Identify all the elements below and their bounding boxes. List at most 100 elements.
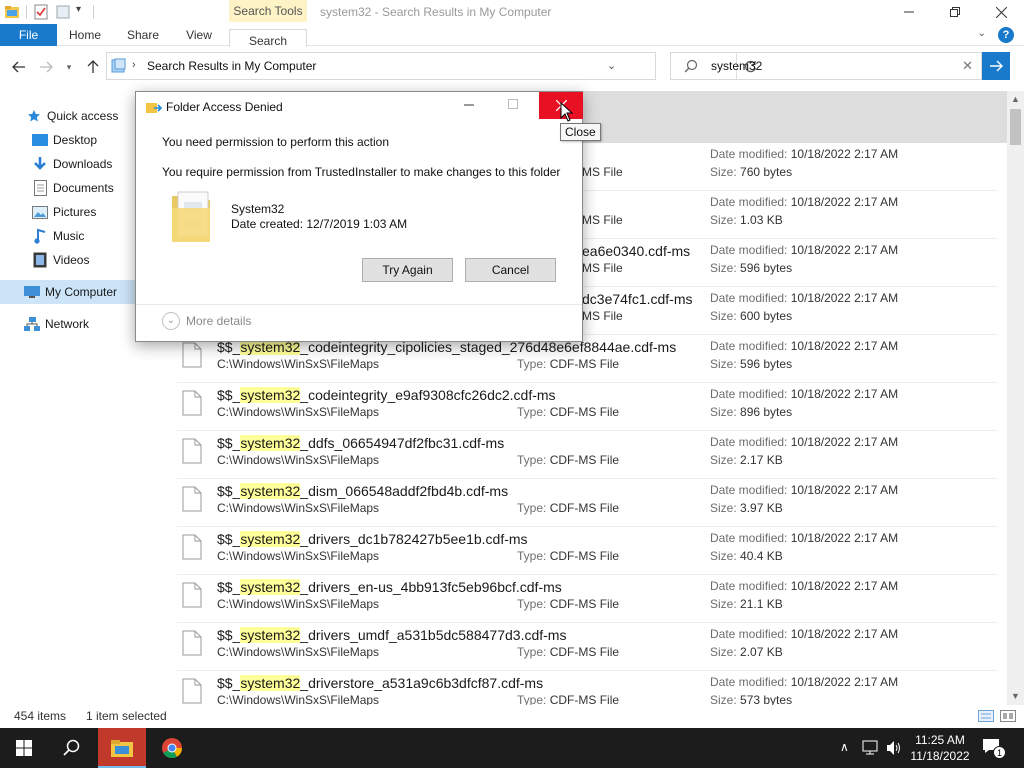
action-center-button[interactable]: 1: [982, 738, 1006, 759]
divider: [136, 304, 582, 305]
taskbar-search-button[interactable]: [48, 728, 96, 768]
chevron-down-icon[interactable]: ⌄: [162, 312, 180, 330]
file-type: Type: CDF-MS File: [517, 357, 620, 371]
details-view-icon[interactable]: [978, 710, 994, 722]
file-path: C:\Windows\WinSxS\FileMaps: [217, 693, 380, 705]
file-size: Size: 1.03 KB: [710, 213, 783, 227]
new-folder-icon[interactable]: [55, 4, 71, 20]
address-bar[interactable]: › Search Results in My Computer ⌄: [106, 52, 756, 80]
date-modified: Date modified: 10/18/2022 2:17 AM: [710, 435, 899, 449]
status-bar: 454 items 1 item selected: [0, 705, 1024, 728]
date-modified: Date modified: 10/18/2022 2:17 AM: [710, 627, 899, 641]
mouse-cursor-icon: [560, 102, 574, 122]
close-icon: [995, 6, 1007, 18]
show-hidden-icons[interactable]: ∧: [840, 740, 849, 754]
recent-locations-icon[interactable]: ▾: [63, 57, 75, 77]
clock[interactable]: 11:25 AM 11/18/2022: [905, 732, 975, 764]
file-name: $$_system32_drivers_dc1b782427b5ee1b.cdf…: [217, 531, 528, 547]
dialog-minimize-button[interactable]: [462, 95, 476, 109]
file-name: $$_system32_dism_066548addf2fbd4b.cdf-ms: [217, 483, 509, 499]
result-row[interactable]: $$_system32_dism_066548addf2fbd4b.cdf-ms…: [177, 479, 997, 527]
minimize-icon: [904, 11, 914, 13]
sidebar-item-label: Desktop: [53, 133, 98, 147]
permission-detail: You require permission from TrustedInsta…: [162, 165, 561, 179]
cancel-button[interactable]: Cancel: [465, 258, 556, 282]
back-button[interactable]: [10, 57, 28, 77]
properties-icon[interactable]: [33, 4, 49, 20]
result-row[interactable]: $$_system32_driverstore_a531a9c6b3dfcf87…: [177, 671, 997, 705]
taskbar-file-explorer[interactable]: [98, 728, 146, 768]
dialog-maximize-button[interactable]: [508, 99, 518, 109]
file-type: Type: CDF-MS File: [517, 597, 620, 611]
date-modified: Date modified: 10/18/2022 2:17 AM: [710, 531, 899, 545]
sidebar-item-label: Quick access: [47, 109, 119, 123]
desktop-icon: [32, 132, 48, 148]
result-row[interactable]: $$_system32_drivers_umdf_a531b5dc588477d…: [177, 623, 997, 671]
search-highlight: system32: [240, 579, 301, 595]
scroll-down-icon[interactable]: ▼: [1011, 691, 1020, 701]
scrollbar-thumb[interactable]: [1010, 109, 1021, 145]
date-modified: Date modified: 10/18/2022 2:17 AM: [710, 387, 899, 401]
try-again-button[interactable]: Try Again: [362, 258, 453, 282]
date-modified: Date modified: 10/18/2022 2:17 AM: [710, 483, 899, 497]
sidebar-item-label: Pictures: [53, 205, 97, 219]
file-name: $$_system32_codeintegrity_e9af9308cfc26d…: [217, 387, 556, 403]
file-path: C:\Windows\WinSxS\FileMaps: [217, 405, 380, 419]
file-size: Size: 21.1 KB: [710, 597, 783, 611]
file-icon: [182, 390, 202, 416]
file-type: Type: CDF-MS File: [517, 501, 620, 515]
vertical-scrollbar[interactable]: ▲ ▼: [1007, 91, 1024, 705]
close-window-button[interactable]: [978, 0, 1024, 24]
search-input[interactable]: system32 ✕: [670, 52, 982, 80]
tab-home[interactable]: Home: [62, 24, 108, 46]
result-row[interactable]: $$_system32_codeintegrity_e9af9308cfc26d…: [177, 383, 997, 431]
folder-access-denied-dialog: Folder Access Denied You need permission…: [135, 91, 583, 342]
chrome-icon: [162, 738, 183, 759]
date-modified: Date modified: 10/18/2022 2:17 AM: [710, 579, 899, 593]
forward-button[interactable]: [37, 57, 55, 77]
search-go-button[interactable]: [982, 52, 1010, 80]
clock-time: 11:25 AM: [915, 733, 965, 747]
minimize-button[interactable]: [886, 0, 932, 24]
file-size: Size: 896 bytes: [710, 405, 793, 419]
file-icon: [182, 438, 202, 464]
folder-icon: [172, 191, 210, 242]
network-icon: [24, 316, 40, 332]
result-row[interactable]: $$_system32_ddfs_06654947df2fbc31.cdf-ms…: [177, 431, 997, 479]
sidebar-item-label: Music: [53, 229, 85, 243]
tab-view[interactable]: View: [176, 24, 222, 46]
restore-button[interactable]: [932, 0, 978, 24]
result-row[interactable]: $$_system32_drivers_dc1b782427b5ee1b.cdf…: [177, 527, 997, 575]
tab-share[interactable]: Share: [120, 24, 166, 46]
file-size: Size: 600 bytes: [710, 309, 793, 323]
large-icons-view-icon[interactable]: [1000, 710, 1016, 722]
start-button[interactable]: [0, 728, 48, 768]
expand-ribbon-icon[interactable]: ⌄: [978, 28, 986, 39]
volume-icon[interactable]: [886, 740, 902, 756]
taskbar: ∧ 11:25 AM 11/18/2022 1: [0, 728, 1024, 768]
customize-quick-access-icon[interactable]: ▾: [76, 4, 81, 15]
address-dropdown-icon[interactable]: ⌄: [607, 59, 616, 72]
scroll-up-icon[interactable]: ▲: [1011, 94, 1020, 104]
result-row[interactable]: $$_system32_codeintegrity_cipolicies_sta…: [177, 335, 997, 383]
file-icon: [182, 342, 202, 368]
sidebar-item-label: Videos: [53, 253, 90, 267]
more-details-link[interactable]: More details: [186, 314, 251, 328]
item-count: 454 items: [14, 709, 67, 723]
help-icon[interactable]: ?: [998, 27, 1014, 43]
tab-file[interactable]: File: [0, 24, 57, 46]
folder-icon: [111, 740, 133, 757]
taskbar-chrome[interactable]: [148, 728, 196, 768]
windows-logo-icon: [16, 740, 32, 756]
close-tooltip: Close: [560, 123, 601, 141]
separator: [93, 5, 94, 19]
context-tab-search-tools: Search Tools: [229, 0, 307, 22]
file-size: Size: 596 bytes: [710, 357, 793, 371]
clear-search-icon[interactable]: ✕: [962, 58, 973, 74]
result-row[interactable]: $$_system32_drivers_en-us_4bb913fc5eb96b…: [177, 575, 997, 623]
music-icon: [32, 228, 48, 244]
file-name: $$_system32_ddfs_06654947df2fbc31.cdf-ms: [217, 435, 505, 451]
network-status-icon[interactable]: [862, 740, 880, 756]
up-button[interactable]: [84, 57, 102, 77]
file-path: C:\Windows\WinSxS\FileMaps: [217, 453, 380, 467]
